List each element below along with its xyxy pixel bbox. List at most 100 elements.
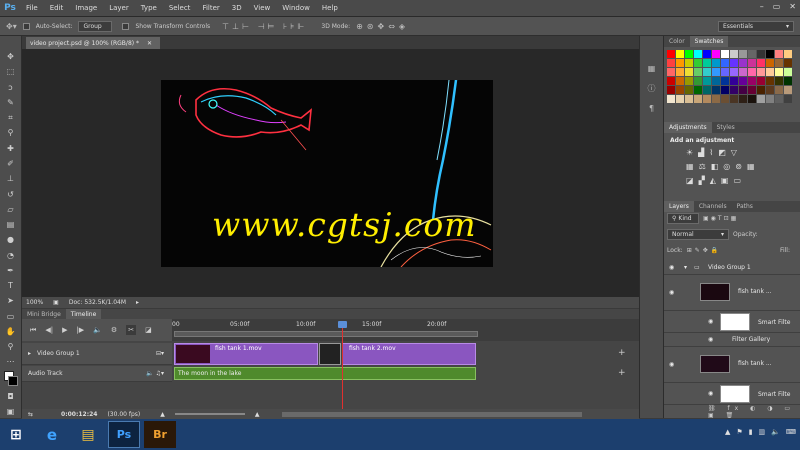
expand-arrow-icon[interactable]: ▸ [28, 350, 31, 357]
history-brush-tool-icon[interactable]: ↺ [3, 187, 19, 200]
channel-mixer-icon[interactable]: ⊚ [735, 162, 742, 171]
transition-thumbnail[interactable] [319, 343, 341, 365]
color-swatch[interactable] [784, 50, 792, 58]
3d-mode-icons[interactable]: ⊕⊛✥⇔◈ [356, 22, 409, 31]
color-swatch[interactable] [775, 50, 783, 58]
color-swatch[interactable] [775, 59, 783, 67]
lock-icons[interactable]: ⊞✎✥🔒 [687, 247, 722, 254]
color-swatch[interactable] [685, 86, 693, 94]
settings-icon[interactable]: ⚙ [111, 326, 117, 334]
color-swatch[interactable] [685, 68, 693, 76]
color-swatch[interactable] [748, 77, 756, 85]
color-swatch[interactable] [694, 95, 702, 103]
color-swatch[interactable] [667, 95, 675, 103]
video-clip[interactable]: fish tank 2.mov [342, 343, 476, 365]
close-tab-icon[interactable]: ✕ [147, 40, 152, 47]
auto-select-dropdown[interactable]: Group [78, 20, 113, 32]
levels-icon[interactable]: ▟ [698, 148, 704, 157]
video-clip[interactable]: fish tank 1.mov [174, 343, 318, 365]
color-swatch[interactable] [667, 77, 675, 85]
color-swatch[interactable] [730, 95, 738, 103]
color-swatch[interactable] [676, 95, 684, 103]
zoom-slider[interactable] [174, 413, 245, 415]
color-swatch[interactable] [694, 59, 702, 67]
menu-filter[interactable]: Filter [196, 4, 225, 12]
color-swatch[interactable] [712, 50, 720, 58]
properties-panel-icon[interactable]: ⓘ [648, 83, 656, 94]
color-swatch[interactable] [739, 50, 747, 58]
filter-row[interactable]: ◉ Filter Gallery [664, 333, 800, 347]
audio-icon[interactable]: 🔈 [93, 326, 102, 334]
color-swatch[interactable] [721, 50, 729, 58]
shape-tool-icon[interactable]: ▭ [3, 310, 19, 323]
color-swatch[interactable] [703, 86, 711, 94]
color-swatch[interactable] [784, 86, 792, 94]
menu-select[interactable]: Select [163, 4, 197, 12]
color-swatch[interactable] [784, 77, 792, 85]
color-swatch[interactable] [721, 68, 729, 76]
next-frame-icon[interactable]: |▶ [76, 326, 84, 334]
visibility-eye-icon[interactable]: ◉ [708, 336, 713, 343]
kind-filter-dropdown[interactable]: ⚲ Kind [667, 213, 699, 224]
quick-select-tool-icon[interactable]: ✎ [3, 96, 19, 109]
color-swatch[interactable] [703, 50, 711, 58]
work-area-bar[interactable] [174, 331, 478, 337]
color-swatch[interactable] [721, 77, 729, 85]
color-swatch[interactable] [730, 59, 738, 67]
color-swatch[interactable] [694, 50, 702, 58]
color-swatch[interactable] [685, 50, 693, 58]
color-swatch[interactable] [739, 59, 747, 67]
color-swatch[interactable] [721, 86, 729, 94]
color-swatch[interactable] [739, 77, 747, 85]
brightness-icon[interactable]: ☀ [686, 148, 693, 157]
vibrance-icon[interactable]: ▽ [731, 148, 737, 157]
zoom-in-icon[interactable]: ▲ [255, 411, 260, 418]
screen-mode-icon[interactable]: ▣ [3, 405, 19, 418]
color-swatch[interactable] [676, 77, 684, 85]
color-swatch[interactable] [757, 77, 765, 85]
color-swatch[interactable] [667, 86, 675, 94]
color-swatch[interactable] [712, 77, 720, 85]
color-swatch[interactable] [730, 68, 738, 76]
color-swatch[interactable] [757, 50, 765, 58]
menu-view[interactable]: View [248, 4, 277, 12]
color-swatch[interactable] [784, 95, 792, 103]
color-swatch[interactable] [757, 59, 765, 67]
color-swatch[interactable] [748, 86, 756, 94]
layers-footer-icons[interactable]: ⛓ fx ◐ ◑ ▭ ▣ 🗑 [664, 405, 800, 419]
keyboard-icon[interactable]: ⌨ [786, 428, 796, 436]
menu-image[interactable]: Image [69, 4, 103, 12]
color-swatch[interactable] [721, 95, 729, 103]
document-tab[interactable]: video project.psd @ 100% (RGB/8) * ✕ [26, 37, 160, 49]
visibility-eye-icon[interactable]: ◉ [669, 361, 674, 368]
move-tool-icon[interactable]: ✥ [3, 50, 19, 63]
color-swatch[interactable] [766, 95, 774, 103]
blur-tool-icon[interactable]: ● [3, 233, 19, 246]
color-swatch[interactable] [775, 95, 783, 103]
layer-row[interactable]: ◉ fish tank ... [664, 275, 800, 311]
gradient-tool-icon[interactable]: ▤ [3, 218, 19, 231]
previous-frame-icon[interactable]: ◀| [45, 326, 53, 334]
status-icon[interactable]: ▣ [53, 299, 59, 306]
color-swatch[interactable] [703, 68, 711, 76]
history-panel-icon[interactable]: ▦ [648, 64, 656, 73]
color-swatch[interactable] [676, 50, 684, 58]
workspace-dropdown[interactable]: Essentials ▾ [718, 21, 794, 32]
pen-tool-icon[interactable]: ✒ [3, 264, 19, 277]
color-swatch[interactable] [712, 86, 720, 94]
color-swatch[interactable] [694, 77, 702, 85]
color-swatch[interactable] [712, 59, 720, 67]
color-swatch[interactable] [685, 59, 693, 67]
color-swatch[interactable] [757, 68, 765, 76]
blend-mode-dropdown[interactable]: Normal ▾ [667, 229, 729, 240]
network-icon[interactable]: ▥ [759, 428, 766, 436]
lasso-tool-icon[interactable]: ↄ [3, 81, 19, 94]
visibility-eye-icon[interactable]: ◉ [708, 318, 713, 325]
color-lookup-icon[interactable]: ▦ [747, 162, 755, 171]
color-balance-icon[interactable]: ⚖ [699, 162, 706, 171]
tab-styles[interactable]: Styles [712, 122, 740, 133]
convert-icon[interactable]: ⇆ [28, 411, 33, 418]
color-swatch[interactable] [712, 95, 720, 103]
posterize-icon[interactable]: ▞ [699, 176, 705, 185]
windows-start-icon[interactable]: ⊞ [0, 421, 32, 448]
